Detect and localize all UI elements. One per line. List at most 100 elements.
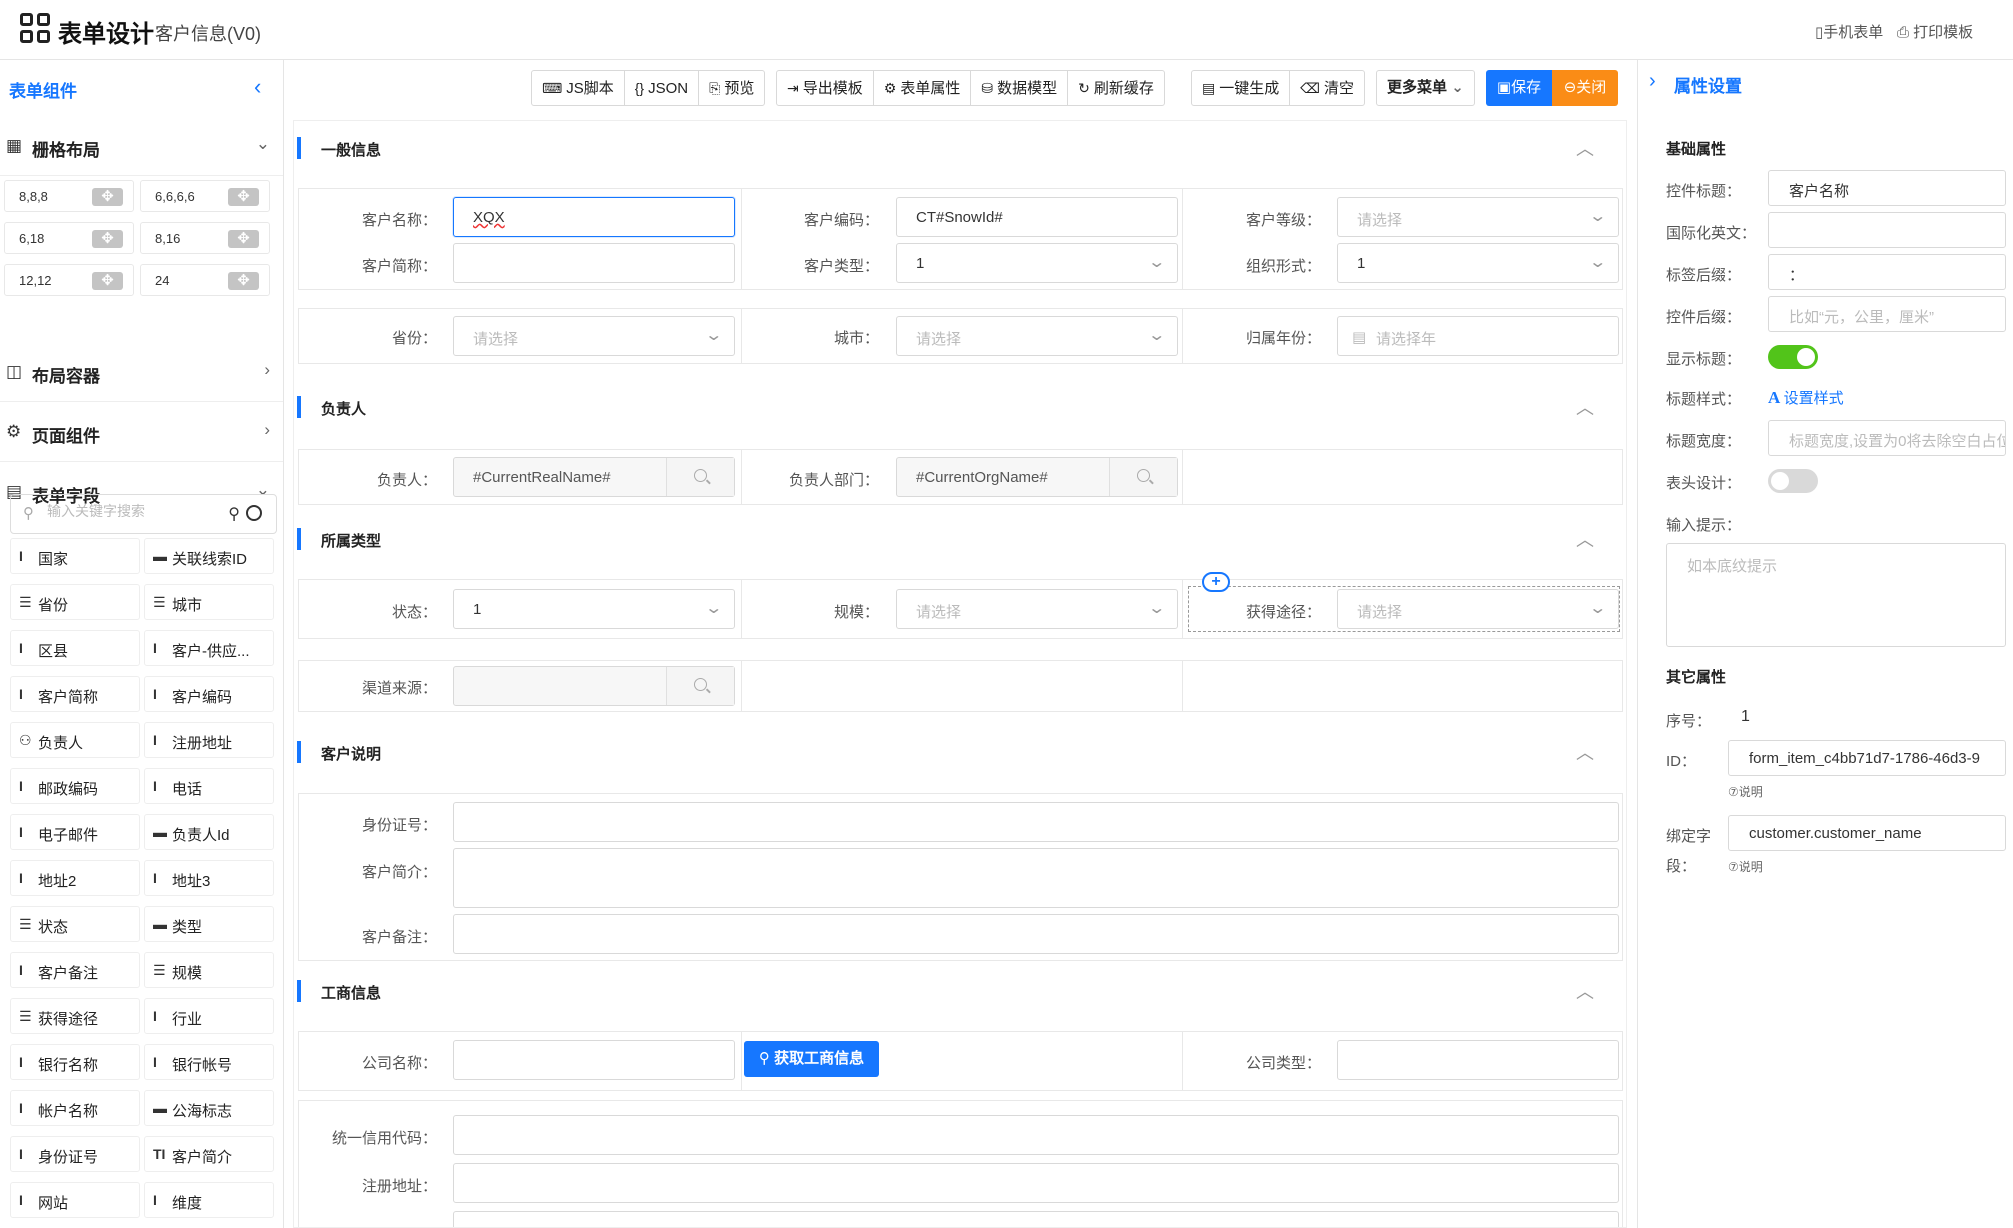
- org-form-select[interactable]: 1 ⌄: [1337, 243, 1619, 283]
- field-item[interactable]: I 邮政编码: [10, 768, 140, 804]
- search-icon[interactable]: [666, 667, 734, 705]
- field-item[interactable]: ▬ 负责人Id: [144, 814, 274, 850]
- channel-picker[interactable]: [453, 666, 735, 706]
- id-number-input[interactable]: [453, 802, 1619, 842]
- help-note[interactable]: ⑦说明: [1728, 858, 1763, 875]
- control-suffix-input[interactable]: 比如“元，公里，厘米”: [1768, 296, 2006, 332]
- section-business[interactable]: 工商信息 ︿: [294, 964, 1626, 1018]
- grid-row[interactable]: 客户名称： XQX 客户编码： CT#SnowId# 客户等级： 请选择 ⌄ 客户…: [298, 188, 1623, 290]
- status-select[interactable]: 1 ⌄: [453, 589, 735, 629]
- field-item[interactable]: I 区县: [10, 630, 140, 666]
- search-icon[interactable]: [1109, 458, 1177, 496]
- grid-layout-header[interactable]: ▦ 栅格布局 ⌄: [0, 118, 283, 176]
- customer-level-select[interactable]: 请选择 ⌄: [1337, 197, 1619, 237]
- field-item[interactable]: I 维度: [144, 1182, 274, 1218]
- toolbar-button[interactable]: ⎘ 预览: [699, 71, 764, 105]
- field-item[interactable]: I 客户编码: [144, 676, 274, 712]
- grid-layout-item[interactable]: 6,18 ✥: [4, 222, 134, 254]
- owner-dept-picker[interactable]: #CurrentOrgName#: [896, 457, 1178, 497]
- search-icon[interactable]: [666, 458, 734, 496]
- province-select[interactable]: 请选择 ⌄: [453, 316, 735, 356]
- toolbar-button[interactable]: ⌨ JS脚本: [532, 71, 625, 105]
- chevron-up-icon[interactable]: ︿: [1576, 526, 1594, 552]
- grid-layout-item[interactable]: 8,8,8 ✥: [4, 180, 134, 212]
- title-width-input[interactable]: 标题宽度,设置为0将去除空白占位: [1768, 420, 2006, 456]
- input-hint-textarea[interactable]: 如本底纹提示: [1666, 543, 2006, 647]
- set-style-link[interactable]: A 设置样式: [1768, 387, 1844, 408]
- grid-layout-item[interactable]: 12,12 ✥: [4, 264, 134, 296]
- grid-row[interactable]: 状态： 1 ⌄ 规模： 请选择 ⌄ 获得途径： 请选择 ⌄: [298, 579, 1623, 639]
- credit-code-input[interactable]: [453, 1115, 1619, 1155]
- field-item[interactable]: ☰ 状态: [10, 906, 140, 942]
- help-note[interactable]: ⑦说明: [1728, 783, 1763, 800]
- drag-move-icon[interactable]: ✥: [228, 188, 259, 206]
- section-general[interactable]: 一般信息 ︿: [294, 121, 1626, 175]
- field-item[interactable]: TI 客户简介: [144, 1136, 274, 1172]
- field-item[interactable]: ▬ 类型: [144, 906, 274, 942]
- field-item[interactable]: ▬ 公海标志: [144, 1090, 274, 1126]
- section-category[interactable]: 所属类型 ︿: [294, 512, 1626, 566]
- toolbar-button[interactable]: ↻ 刷新缓存: [1068, 71, 1164, 105]
- field-item[interactable]: I 注册地址: [144, 722, 274, 758]
- toolbar-button[interactable]: ⌫ 清空: [1290, 71, 1364, 105]
- field-item[interactable]: I 电话: [144, 768, 274, 804]
- drag-move-icon[interactable]: ✥: [92, 272, 123, 290]
- company-type-input[interactable]: [1337, 1040, 1619, 1080]
- remark-input[interactable]: [453, 914, 1619, 954]
- i18n-input[interactable]: [1768, 212, 2006, 248]
- field-item[interactable]: I 帐户名称: [10, 1090, 140, 1126]
- chevron-up-icon[interactable]: ︿: [1576, 739, 1594, 765]
- drag-move-icon[interactable]: +: [1202, 572, 1230, 592]
- mobile-form-link[interactable]: ▯手机表单: [1815, 21, 1883, 42]
- field-item[interactable]: ☰ 城市: [144, 584, 274, 620]
- owner-picker[interactable]: #CurrentRealName#: [453, 457, 735, 497]
- more-menu[interactable]: 更多菜单 ⌄: [1376, 70, 1475, 106]
- label-suffix-input[interactable]: ：: [1768, 254, 2006, 290]
- chevron-right-icon[interactable]: ›: [1649, 70, 1656, 93]
- customer-code-input[interactable]: CT#SnowId#: [896, 197, 1178, 237]
- grid-row[interactable]: 公司名称： 公司类型：: [298, 1031, 1623, 1091]
- grid-row[interactable]: 负责人： #CurrentRealName# 负责人部门： #CurrentOr…: [298, 449, 1623, 505]
- field-item[interactable]: ☰ 获得途径: [10, 998, 140, 1034]
- page-components-header[interactable]: ⚙ 页面组件 ›: [0, 404, 283, 462]
- field-item[interactable]: I 银行名称: [10, 1044, 140, 1080]
- save-button[interactable]: ▣保存: [1486, 70, 1552, 106]
- chevron-up-icon[interactable]: ︿: [1576, 394, 1594, 420]
- close-button[interactable]: ⊖关闭: [1552, 70, 1618, 106]
- toolbar-button[interactable]: {} JSON: [625, 71, 700, 105]
- field-item[interactable]: I 客户备注: [10, 952, 140, 988]
- city-select[interactable]: 请选择 ⌄: [896, 316, 1178, 356]
- section-description[interactable]: 客户说明 ︿: [294, 725, 1626, 779]
- grid-layout-item[interactable]: 24 ✥: [140, 264, 270, 296]
- bind-field-input[interactable]: customer.customer_name: [1728, 815, 2006, 851]
- search-submit-icon[interactable]: ⚲: [228, 504, 240, 524]
- chevron-up-icon[interactable]: ︿: [1576, 135, 1594, 161]
- scale-select[interactable]: 请选择 ⌄: [896, 589, 1178, 629]
- field-item[interactable]: I 银行帐号: [144, 1044, 274, 1080]
- grid-row[interactable]: 渠道来源：: [298, 660, 1623, 712]
- field-item[interactable]: ☰ 省份: [10, 584, 140, 620]
- grid-row[interactable]: 省份： 请选择 ⌄ 城市： 请选择 ⌄ 归属年份： ▤ 请选择年: [298, 308, 1623, 364]
- customer-name-input[interactable]: XQX: [453, 197, 735, 237]
- drag-move-icon[interactable]: ✥: [228, 230, 259, 248]
- grid-row[interactable]: 统一信用代码： 注册地址：: [298, 1100, 1623, 1227]
- field-search-input[interactable]: [47, 503, 217, 519]
- field-item[interactable]: I 网站: [10, 1182, 140, 1218]
- id-input[interactable]: form_item_c4bb71d7-1786-46d3-9: [1728, 740, 2006, 776]
- field-item[interactable]: ▬ 关联线索ID: [144, 538, 274, 574]
- drag-move-icon[interactable]: ✥: [228, 272, 259, 290]
- section-owner[interactable]: 负责人 ︿: [294, 380, 1626, 434]
- field-item[interactable]: ☰ 规模: [144, 952, 274, 988]
- collapse-left-icon[interactable]: ‹: [254, 74, 261, 100]
- field-item[interactable]: I 国家: [10, 538, 140, 574]
- header-design-toggle[interactable]: [1768, 469, 1818, 493]
- drag-move-icon[interactable]: ✥: [92, 188, 123, 206]
- field-item[interactable]: I 地址2: [10, 860, 140, 896]
- toolbar-button[interactable]: ⛁ 数据模型: [971, 71, 1069, 105]
- toolbar-button[interactable]: ▤ 一键生成: [1192, 71, 1291, 105]
- grid-layout-item[interactable]: 6,6,6,6 ✥: [140, 180, 270, 212]
- toolbar-button[interactable]: ⇥ 导出模板: [777, 71, 874, 105]
- field-item[interactable]: ⚇ 负责人: [10, 722, 140, 758]
- fetch-business-info-button[interactable]: ⚲ 获取工商信息: [744, 1041, 879, 1077]
- toolbar-button[interactable]: ⚙ 表单属性: [874, 71, 972, 105]
